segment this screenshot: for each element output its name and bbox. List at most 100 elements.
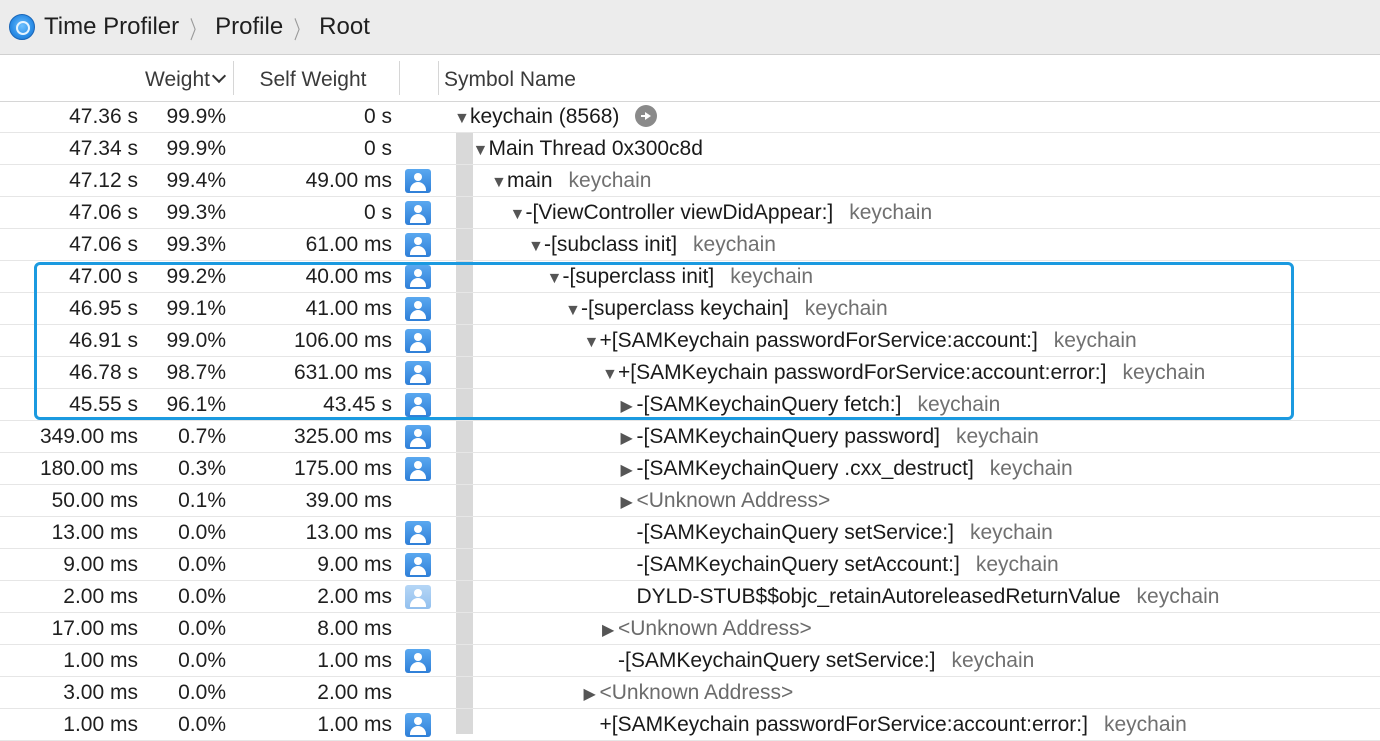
highlight-box [34, 262, 1294, 420]
weight-percent: 0.7% [178, 425, 226, 448]
user-code-icon [405, 649, 431, 673]
symbol-name: -[SAMKeychainQuery setService:] [636, 521, 954, 544]
self-weight-value: 0 s [363, 137, 392, 160]
user-code-icon [405, 201, 431, 225]
table-row[interactable]: 50.00 ms 0.1% 39.00 ms ▶ <Unknown Address> [0, 485, 1380, 517]
symbol-name: -[ViewController viewDidAppear:] [525, 201, 834, 224]
table-row[interactable]: 349.00 ms 0.7% 325.00 ms ▶ -[SAMKeychainQuer… [0, 421, 1380, 453]
weight-value: 9.00 ms [63, 553, 138, 576]
column-divider[interactable] [438, 61, 439, 95]
breadcrumb-time-profiler[interactable]: Time Profiler [44, 13, 179, 41]
table-row[interactable]: 17.00 ms 0.0% 8.00 ms ▶ <Unknown Address> [0, 613, 1380, 645]
self-weight-value: 8.00 ms [317, 617, 392, 640]
weight-percent: 0.3% [178, 457, 226, 480]
user-code-icon [405, 233, 431, 257]
weight-percent: 99.3% [166, 201, 226, 224]
disclosure-expanded-icon[interactable]: ▼ [491, 167, 507, 199]
column-header-row: Weight Self Weight Symbol Name [0, 55, 1380, 102]
self-weight-value: 175.00 ms [293, 457, 392, 480]
symbol-name-column-header[interactable]: Symbol Name [444, 55, 576, 101]
library-name: keychain [693, 233, 776, 256]
breadcrumb-root[interactable]: Root [319, 13, 370, 41]
symbol-cell: -[SAMKeychainQuery setService:] keychain [621, 517, 1053, 549]
go-arrow-icon[interactable] [635, 105, 658, 128]
symbol-name: <Unknown Address> [618, 617, 812, 640]
user-code-icon [405, 585, 431, 609]
library-name: keychain [849, 201, 933, 224]
weight-percent: 0.0% [178, 713, 226, 736]
weight-value: 17.00 ms [51, 617, 138, 640]
disclosure-collapsed-icon[interactable]: ▶ [602, 615, 616, 647]
library-name: keychain [568, 169, 652, 192]
disclosure-collapsed-icon[interactable]: ▶ [621, 487, 635, 519]
weight-value: 50.00 ms [51, 489, 138, 512]
table-row[interactable]: 13.00 ms 0.0% 13.00 ms -[SAMKeychainQuery s… [0, 517, 1380, 549]
symbol-cell: ▶ <Unknown Address> [602, 613, 812, 645]
weight-percent: 0.0% [178, 521, 226, 544]
library-name: keychain [951, 649, 1035, 672]
table-row[interactable]: 47.12 s 99.4% 49.00 ms ▼main keychain [0, 165, 1380, 197]
call-tree: 47.36 s 99.9% 0 s ▼keychain (8568) 47.34 s 99… [0, 101, 1380, 741]
self-weight-value: 1.00 ms [317, 649, 392, 672]
table-row[interactable]: 9.00 ms 0.0% 9.00 ms -[SAMKeychainQuery set… [0, 549, 1380, 581]
breadcrumb-profile[interactable]: Profile [215, 13, 283, 41]
user-code-icon [405, 553, 431, 577]
column-divider[interactable] [399, 61, 400, 95]
symbol-cell: ▼keychain (8568) [454, 101, 658, 135]
library-name: keychain [975, 553, 1059, 576]
symbol-name: <Unknown Address> [599, 681, 794, 704]
table-row[interactable]: 1.00 ms 0.0% 1.00 ms +[SAMKeychain password… [0, 709, 1380, 741]
table-row[interactable]: 180.00 ms 0.3% 175.00 ms ▶ -[SAMKeychainQuer… [0, 453, 1380, 485]
time-profiler-icon[interactable] [9, 14, 35, 40]
breadcrumb-bar: Time Profiler 〉 Profile 〉 Root [0, 0, 1380, 55]
weight-percent: 99.3% [166, 233, 226, 256]
weight-percent: 0.0% [178, 553, 226, 576]
symbol-cell: -[SAMKeychainQuery setAccount:] keychain [621, 549, 1059, 581]
library-name: keychain [969, 521, 1053, 544]
symbol-name: -[SAMKeychainQuery setAccount:] [636, 553, 960, 576]
disclosure-expanded-icon[interactable]: ▼ [510, 199, 526, 231]
self-weight-value: 0 s [363, 201, 392, 224]
user-code-icon [405, 521, 431, 545]
disclosure-expanded-icon[interactable]: ▼ [528, 231, 544, 263]
symbol-cell: ▼-[subclass init] keychain [528, 229, 776, 261]
table-row[interactable]: 47.36 s 99.9% 0 s ▼keychain (8568) [0, 101, 1380, 133]
self-weight-value: 1.00 ms [317, 713, 392, 736]
table-row[interactable]: 47.06 s 99.3% 61.00 ms ▼-[subclass init] key… [0, 229, 1380, 261]
weight-value: 349.00 ms [39, 425, 138, 448]
user-code-icon [405, 169, 431, 193]
symbol-cell: ▶ <Unknown Address> [621, 485, 831, 517]
symbol-name: -[SAMKeychainQuery setService:] [618, 649, 936, 672]
weight-percent: 99.4% [166, 169, 226, 192]
symbol-name: -[SAMKeychainQuery password] [636, 425, 940, 448]
symbol-cell: +[SAMKeychain passwordForService:account… [584, 709, 1187, 741]
table-row[interactable]: 3.00 ms 0.0% 2.00 ms ▶ <Unknown Address> [0, 677, 1380, 709]
disclosure-expanded-icon[interactable]: ▼ [454, 103, 470, 135]
weight-percent: 0.0% [178, 617, 226, 640]
disclosure-collapsed-icon[interactable]: ▶ [621, 423, 635, 455]
symbol-cell: ▶ <Unknown Address> [584, 677, 794, 709]
symbol-name: -[SAMKeychainQuery .cxx_destruct] [636, 457, 974, 480]
self-weight-value: 2.00 ms [317, 681, 392, 704]
symbol-name: -[subclass init] [544, 233, 678, 256]
symbol-cell: ▶ -[SAMKeychainQuery password] keychain [621, 421, 1039, 453]
self-weight-value: 13.00 ms [305, 521, 392, 544]
self-weight-column-header[interactable]: Self Weight [234, 55, 392, 101]
weight-percent: 99.9% [166, 105, 226, 128]
disclosure-collapsed-icon[interactable]: ▶ [584, 679, 598, 711]
self-weight-value: 9.00 ms [317, 553, 392, 576]
library-name: keychain [989, 457, 1073, 480]
weight-value: 2.00 ms [63, 585, 138, 608]
weight-column-header[interactable]: Weight [0, 55, 227, 101]
symbol-name: <Unknown Address> [636, 489, 831, 512]
disclosure-collapsed-icon[interactable]: ▶ [621, 455, 635, 487]
table-row[interactable]: 47.34 s 99.9% 0 s ▼Main Thread 0x300c8d [0, 133, 1380, 165]
table-row[interactable]: 47.06 s 99.3% 0 s ▼-[ViewController viewDid… [0, 197, 1380, 229]
self-weight-value: 325.00 ms [293, 425, 392, 448]
user-code-icon [405, 457, 431, 481]
table-row[interactable]: 1.00 ms 0.0% 1.00 ms -[SAMKeychainQuery set… [0, 645, 1380, 677]
weight-value: 1.00 ms [63, 649, 138, 672]
table-row[interactable]: 2.00 ms 0.0% 2.00 ms DYLD-STUB$$objc_retain… [0, 581, 1380, 613]
symbol-name: main [507, 169, 553, 192]
disclosure-expanded-icon[interactable]: ▼ [473, 135, 489, 167]
